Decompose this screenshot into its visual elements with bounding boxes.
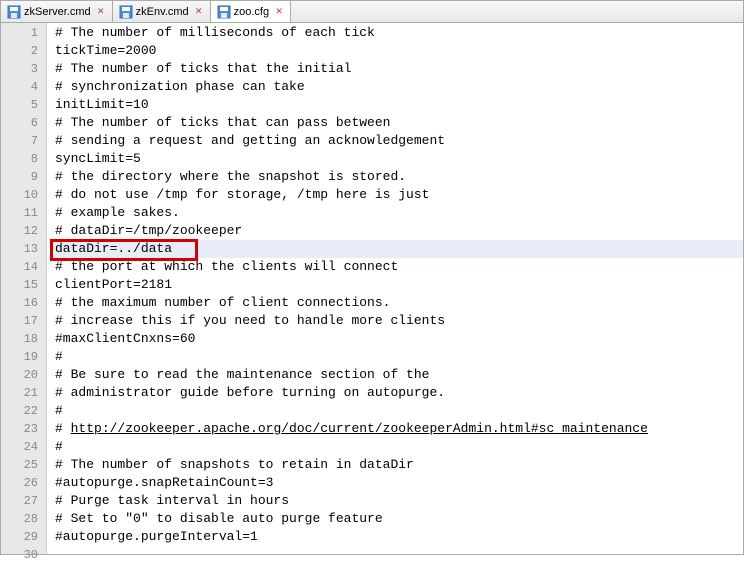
line-number: 1 xyxy=(1,24,46,42)
line-number: 13 xyxy=(1,240,46,258)
line-number: 26 xyxy=(1,474,46,492)
line-number: 12 xyxy=(1,222,46,240)
code-line[interactable]: # increase this if you need to handle mo… xyxy=(55,312,743,330)
line-number: 4 xyxy=(1,78,46,96)
code-line[interactable]: # the port at which the clients will con… xyxy=(55,258,743,276)
line-number: 6 xyxy=(1,114,46,132)
code-line[interactable]: #maxClientCnxns=60 xyxy=(55,330,743,348)
line-number: 8 xyxy=(1,150,46,168)
code-line[interactable]: # Set to "0" to disable auto purge featu… xyxy=(55,510,743,528)
line-number: 14 xyxy=(1,258,46,276)
code-area[interactable]: # The number of milliseconds of each tic… xyxy=(47,23,743,554)
code-line[interactable]: # http://zookeeper.apache.org/doc/curren… xyxy=(55,420,743,438)
code-line[interactable]: # Purge task interval in hours xyxy=(55,492,743,510)
code-line[interactable]: #autopurge.snapRetainCount=3 xyxy=(55,474,743,492)
code-line[interactable]: # The number of milliseconds of each tic… xyxy=(55,24,743,42)
code-line[interactable] xyxy=(55,546,743,564)
tab-label: zkServer.cmd xyxy=(24,6,91,18)
disk-icon xyxy=(217,5,231,19)
tab-zkserver[interactable]: zkServer.cmd ✕ xyxy=(1,1,113,22)
close-icon[interactable]: ✕ xyxy=(274,7,284,17)
line-number-gutter: 1234567891011121314151617181920212223242… xyxy=(1,23,47,554)
code-line[interactable]: # dataDir=/tmp/zookeeper xyxy=(55,222,743,240)
tab-bar: zkServer.cmd ✕ zkEnv.cmd ✕ zoo.cfg ✕ xyxy=(1,1,743,23)
tab-label: zkEnv.cmd xyxy=(136,6,189,18)
code-line[interactable]: syncLimit=5 xyxy=(55,150,743,168)
line-number: 17 xyxy=(1,312,46,330)
line-number: 3 xyxy=(1,60,46,78)
code-line[interactable]: # Be sure to read the maintenance sectio… xyxy=(55,366,743,384)
line-number: 19 xyxy=(1,348,46,366)
disk-icon xyxy=(7,5,21,19)
code-line[interactable]: # example sakes. xyxy=(55,204,743,222)
code-line[interactable]: # the maximum number of client connectio… xyxy=(55,294,743,312)
code-line[interactable]: # The number of snapshots to retain in d… xyxy=(55,456,743,474)
line-number: 16 xyxy=(1,294,46,312)
line-number: 5 xyxy=(1,96,46,114)
code-line[interactable]: clientPort=2181 xyxy=(55,276,743,294)
code-line[interactable]: tickTime=2000 xyxy=(55,42,743,60)
url-link[interactable]: http://zookeeper.apache.org/doc/current/… xyxy=(71,421,648,436)
line-number: 27 xyxy=(1,492,46,510)
code-line[interactable]: # the directory where the snapshot is st… xyxy=(55,168,743,186)
code-line[interactable]: # xyxy=(55,438,743,456)
code-line[interactable]: # do not use /tmp for storage, /tmp here… xyxy=(55,186,743,204)
code-line[interactable]: dataDir=../data xyxy=(55,240,743,258)
line-number: 18 xyxy=(1,330,46,348)
code-line[interactable]: initLimit=10 xyxy=(55,96,743,114)
line-number: 11 xyxy=(1,204,46,222)
code-line[interactable]: # synchronization phase can take xyxy=(55,78,743,96)
line-number: 20 xyxy=(1,366,46,384)
line-number: 25 xyxy=(1,456,46,474)
tab-zkenv[interactable]: zkEnv.cmd ✕ xyxy=(113,1,211,22)
line-number: 30 xyxy=(1,546,46,564)
code-line[interactable]: # xyxy=(55,348,743,366)
line-number: 21 xyxy=(1,384,46,402)
code-line[interactable]: # sending a request and getting an ackno… xyxy=(55,132,743,150)
tab-label: zoo.cfg xyxy=(234,6,269,18)
code-line[interactable]: # The number of ticks that can pass betw… xyxy=(55,114,743,132)
line-number: 9 xyxy=(1,168,46,186)
code-line[interactable]: # administrator guide before turning on … xyxy=(55,384,743,402)
tab-zoocfg[interactable]: zoo.cfg ✕ xyxy=(211,1,291,22)
line-number: 23 xyxy=(1,420,46,438)
line-number: 24 xyxy=(1,438,46,456)
code-line[interactable]: # xyxy=(55,402,743,420)
line-number: 28 xyxy=(1,510,46,528)
line-number: 7 xyxy=(1,132,46,150)
line-number: 10 xyxy=(1,186,46,204)
close-icon[interactable]: ✕ xyxy=(96,7,106,17)
line-number: 15 xyxy=(1,276,46,294)
disk-icon xyxy=(119,5,133,19)
code-line[interactable]: # The number of ticks that the initial xyxy=(55,60,743,78)
close-icon[interactable]: ✕ xyxy=(194,7,204,17)
line-number: 2 xyxy=(1,42,46,60)
line-number: 29 xyxy=(1,528,46,546)
line-number: 22 xyxy=(1,402,46,420)
code-line[interactable]: #autopurge.purgeInterval=1 xyxy=(55,528,743,546)
editor: 1234567891011121314151617181920212223242… xyxy=(1,23,743,554)
